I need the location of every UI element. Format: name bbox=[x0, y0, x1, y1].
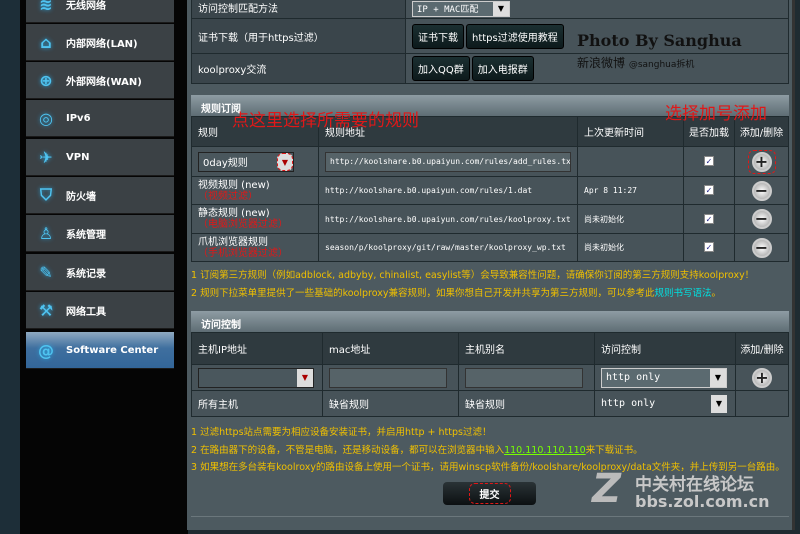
shield-icon: ⛉ bbox=[39, 185, 52, 204]
chevron-down-icon: ▼ bbox=[297, 368, 313, 387]
alias-input[interactable] bbox=[465, 367, 583, 388]
globe-icon: ⊕ bbox=[39, 70, 53, 90]
col-access-mode: 访问控制 bbox=[594, 332, 736, 365]
delete-rule-button[interactable]: − bbox=[751, 180, 772, 201]
rule-syntax-link[interactable]: 规则书写语法 bbox=[654, 288, 711, 299]
rules-table: 规则 规则地址 上次更新时间 是否加载 添加/删除 0day规则 ▼ http://koo… bbox=[191, 116, 789, 262]
chevron-down-icon: ▼ bbox=[493, 1, 509, 16]
ipv6-icon: ◎ bbox=[39, 108, 53, 128]
rule-updated: Apr 8 11:27 bbox=[577, 176, 684, 205]
rules-note-1: 1 订阅第三方规则（例如adblock, adbyby, chinalist, … bbox=[191, 270, 755, 281]
rule-updated: 尚未初始化 bbox=[577, 204, 684, 234]
match-label: 访问控制匹配方法 bbox=[191, 0, 406, 19]
user-icon: ♙ bbox=[38, 223, 54, 243]
annotation-add-hint: 选择加号添加 bbox=[665, 104, 767, 124]
divider bbox=[191, 516, 789, 517]
sidebar-item-log[interactable]: ✎ 系统记录 bbox=[26, 254, 174, 291]
home-icon: ⌂ bbox=[40, 32, 52, 52]
vpn-icon: ✈ bbox=[39, 147, 53, 167]
join-telegram-button[interactable]: 加入电报群 bbox=[471, 56, 534, 81]
default-alias: 缺省规则 bbox=[458, 390, 595, 417]
wrench-icon: ⚒ bbox=[38, 300, 54, 320]
sidebar-item-lan[interactable]: ⌂ 内部网络(LAN) bbox=[26, 24, 174, 61]
cert-download-button[interactable]: 证书下载 bbox=[412, 23, 464, 49]
col-host-ip: 主机IP地址 bbox=[191, 332, 323, 365]
chevron-down-icon[interactable]: ▼ bbox=[277, 152, 293, 171]
cert-ip-link[interactable]: 110.110.110.110 bbox=[504, 445, 586, 456]
chevron-down-icon: ▼ bbox=[710, 368, 726, 387]
rules-note-2: 2 规则下拉菜单里提供了一些基础的koolproxy兼容规则，如果你想自己开发并… bbox=[191, 288, 722, 299]
https-tutorial-button[interactable]: https过滤使用教程 bbox=[466, 23, 564, 49]
col-alias: 主机别名 bbox=[458, 332, 595, 365]
rule-updated: 尚未初始化 bbox=[577, 233, 684, 262]
mac-input[interactable] bbox=[329, 367, 447, 388]
rule-note: （手机浏览器过滤） bbox=[198, 247, 288, 259]
access-note-1: 1 过滤https站点需要为相应设备安装证书，并启用http + https过滤… bbox=[191, 427, 492, 438]
annotation-select-hint: 点这里选择所需要的规则 bbox=[232, 111, 419, 131]
sidebar-item-ipv6[interactable]: ◎ IPv6 bbox=[26, 100, 174, 137]
watermark-photo: Photo By Sanghua bbox=[577, 31, 742, 50]
access-note-2: 2 在路由器下的设备，不管是电脑，还是移动设备，都可以在浏览器中输入110.11… bbox=[191, 445, 643, 456]
access-section-title: 访问控制 bbox=[191, 311, 789, 332]
delete-rule-button[interactable]: − bbox=[751, 237, 772, 258]
load-checkbox[interactable]: ✓ bbox=[704, 242, 714, 252]
add-rule-button[interactable]: + bbox=[751, 151, 772, 172]
load-checkbox[interactable]: ✓ bbox=[704, 156, 714, 166]
cert-label: 证书下载（用于https过滤） bbox=[191, 18, 406, 54]
rule-note: （视频过滤） bbox=[198, 190, 258, 202]
main-panel: 访问控制匹配方法 IP + MAC匹配 ▼ 证书下载（用于https过滤） 证书下… bbox=[187, 0, 795, 530]
rule-select[interactable]: 0day规则 ▼ bbox=[198, 151, 294, 172]
col-add-delete: 添加/删除 bbox=[735, 332, 789, 365]
col-mac: mac地址 bbox=[322, 332, 459, 365]
edit-icon: ✎ bbox=[39, 262, 53, 282]
load-checkbox[interactable]: ✓ bbox=[704, 185, 714, 195]
sidebar-item-wan[interactable]: ⊕ 外部网络(WAN) bbox=[26, 62, 174, 99]
rule-url: http://koolshare.b0.upaiyun.com/rules/ko… bbox=[318, 204, 578, 234]
chat-label: koolproxy交流 bbox=[191, 53, 406, 84]
chevron-down-icon: ▼ bbox=[711, 394, 727, 413]
load-checkbox[interactable]: ✓ bbox=[704, 213, 714, 224]
sidebar-item-firewall[interactable]: ⛉ 防火墙 bbox=[26, 177, 174, 214]
sidebar-item-wireless[interactable]: ≋ 无线网络 bbox=[26, 0, 174, 23]
sidebar-item-software-center[interactable]: @ Software Center bbox=[26, 332, 174, 369]
submit-button[interactable]: 提交 bbox=[443, 482, 536, 505]
rule-note: （电脑浏览器过滤） bbox=[198, 219, 288, 230]
wifi-icon: ≋ bbox=[39, 0, 53, 14]
rule-name: 爪机浏览器规则 bbox=[198, 236, 268, 248]
host-ip-select[interactable]: ▼ bbox=[198, 367, 314, 388]
access-mode-select[interactable]: http only ▼ bbox=[601, 367, 727, 388]
rule-name: 视频规则 (new) bbox=[198, 179, 270, 191]
watermark-weibo: 新浪微博 @sanghua拆机 bbox=[577, 56, 695, 70]
rule-name: 静态规则 (new) bbox=[198, 208, 270, 219]
match-select[interactable]: IP + MAC匹配 ▼ bbox=[412, 0, 510, 17]
rule-url-input[interactable]: http://koolshare.b0.upaiyun.com/rules/ad… bbox=[325, 151, 571, 172]
background bbox=[0, 0, 22, 534]
sidebar-item-vpn[interactable]: ✈ VPN bbox=[26, 139, 174, 176]
rule-url: season/p/koolproxy/git/raw/master/koolpr… bbox=[318, 233, 578, 262]
rule-url: http://koolshare.b0.upaiyun.com/rules/1.… bbox=[318, 176, 578, 205]
zol-logo: Z bbox=[592, 466, 622, 512]
access-table: 主机IP地址 mac地址 主机别名 访问控制 添加/删除 ▼ http only ▼ + … bbox=[191, 332, 789, 417]
delete-rule-button[interactable]: − bbox=[751, 209, 772, 229]
default-mac: 缺省规则 bbox=[322, 390, 459, 417]
watermark-zol-url: bbs.zol.com.cn bbox=[635, 492, 770, 511]
default-host: 所有主机 bbox=[191, 390, 323, 417]
add-host-button[interactable]: + bbox=[752, 367, 772, 388]
sidebar-item-admin[interactable]: ♙ 系统管理 bbox=[26, 215, 174, 252]
sidebar-item-tools[interactable]: ⚒ 网络工具 bbox=[26, 292, 174, 329]
join-qq-button[interactable]: 加入QQ群 bbox=[412, 56, 470, 81]
default-mode-select[interactable]: http only ▼ bbox=[601, 394, 727, 414]
swirl-icon: @ bbox=[38, 340, 54, 360]
